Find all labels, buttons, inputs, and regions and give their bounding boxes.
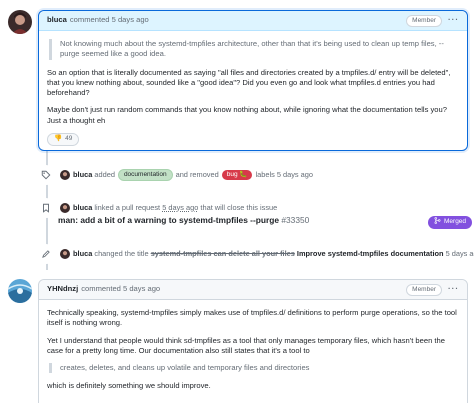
merged-badge: Merged xyxy=(428,216,473,229)
label-text: bug xyxy=(226,171,238,178)
comment-paragraph: Maybe don't just run random commands tha… xyxy=(47,105,447,125)
comment-author[interactable]: bluca xyxy=(47,15,67,25)
comment-author[interactable]: YHNdnzj xyxy=(47,284,78,294)
tag-icon xyxy=(36,165,56,185)
reaction-count: 49 xyxy=(65,134,73,142)
merged-label: Merged xyxy=(444,218,467,225)
comment-yhndnzj: YHNdnzj commented 5 days ago Member ··· … xyxy=(38,279,468,403)
event-labels: bluca added documentation and removed bu… xyxy=(36,165,313,185)
role-badge: Member xyxy=(406,283,442,296)
bookmark-icon xyxy=(36,198,56,218)
reaction-thumbs-down[interactable]: 👎 49 xyxy=(47,132,80,146)
event-text: added xyxy=(94,170,115,179)
pencil-icon xyxy=(36,244,56,264)
avatar-yhndnzj[interactable] xyxy=(8,279,32,303)
label-bug[interactable]: bug 🐛 xyxy=(221,170,253,180)
comment-paragraph: which is definitely something we should … xyxy=(47,381,211,391)
comment-timestamp[interactable]: commented 5 days ago xyxy=(81,284,160,294)
blockquote: Not knowing much about the systemd-tmpfi… xyxy=(49,39,459,60)
more-options-icon[interactable]: ··· xyxy=(448,284,459,295)
event-author[interactable]: bluca xyxy=(73,170,92,180)
event-author[interactable]: bluca xyxy=(73,203,92,213)
pr-title-text[interactable]: man: add a bit of a warning to systemd-t… xyxy=(58,215,279,225)
role-badge: Member xyxy=(406,14,442,27)
comment-bluca: bluca commented 5 days ago Member ··· No… xyxy=(38,10,468,151)
pr-number[interactable]: #33350 xyxy=(281,215,309,225)
avatar-small[interactable] xyxy=(60,170,70,180)
comment-header: bluca commented 5 days ago Member ··· xyxy=(39,11,467,31)
event-author[interactable]: bluca xyxy=(73,249,92,259)
avatar-small[interactable] xyxy=(60,203,70,213)
comment-timestamp[interactable]: commented 5 days ago xyxy=(70,15,149,25)
thumbs-down-icon: 👎 xyxy=(54,134,63,142)
comment-header: YHNdnzj commented 5 days ago Member ··· xyxy=(39,280,467,300)
blockquote: creates, deletes, and cleans up volatile… xyxy=(49,363,459,374)
avatar-bluca[interactable] xyxy=(8,10,32,34)
label-documentation[interactable]: documentation xyxy=(117,169,173,181)
event-text: labels 5 days ago xyxy=(255,170,314,179)
new-title: Improve systemd-tmpfiles documentation xyxy=(296,249,444,258)
avatar-small[interactable] xyxy=(60,249,70,259)
event-text: linked a pull request xyxy=(94,203,161,212)
event-text: changed the title xyxy=(94,249,149,258)
old-title: systemd-tmpfiles can delete all your fil… xyxy=(150,249,295,258)
comment-body: Technically speaking, systemd-tmpfiles s… xyxy=(39,300,467,403)
comment-body: Not knowing much about the systemd-tmpfi… xyxy=(39,31,467,152)
event-rename: bluca changed the title systemd-tmpfiles… xyxy=(36,244,474,264)
event-timestamp[interactable]: 5 days ago xyxy=(446,249,474,259)
comment-paragraph: Yet I understand that people would think… xyxy=(47,335,445,355)
comment-paragraph: Technically speaking, systemd-tmpfiles s… xyxy=(47,308,457,328)
event-text: and removed xyxy=(175,170,219,179)
event-text: that will close this issue xyxy=(200,203,278,212)
comment-paragraph: So an option that is literally documente… xyxy=(47,67,451,98)
event-timestamp[interactable]: 5 days ago xyxy=(162,203,198,213)
merge-icon xyxy=(434,217,441,228)
linked-pr-title[interactable]: man: add a bit of a warning to systemd-t… xyxy=(58,215,309,226)
more-options-icon[interactable]: ··· xyxy=(448,15,459,26)
bug-icon: 🐛 xyxy=(239,171,248,178)
